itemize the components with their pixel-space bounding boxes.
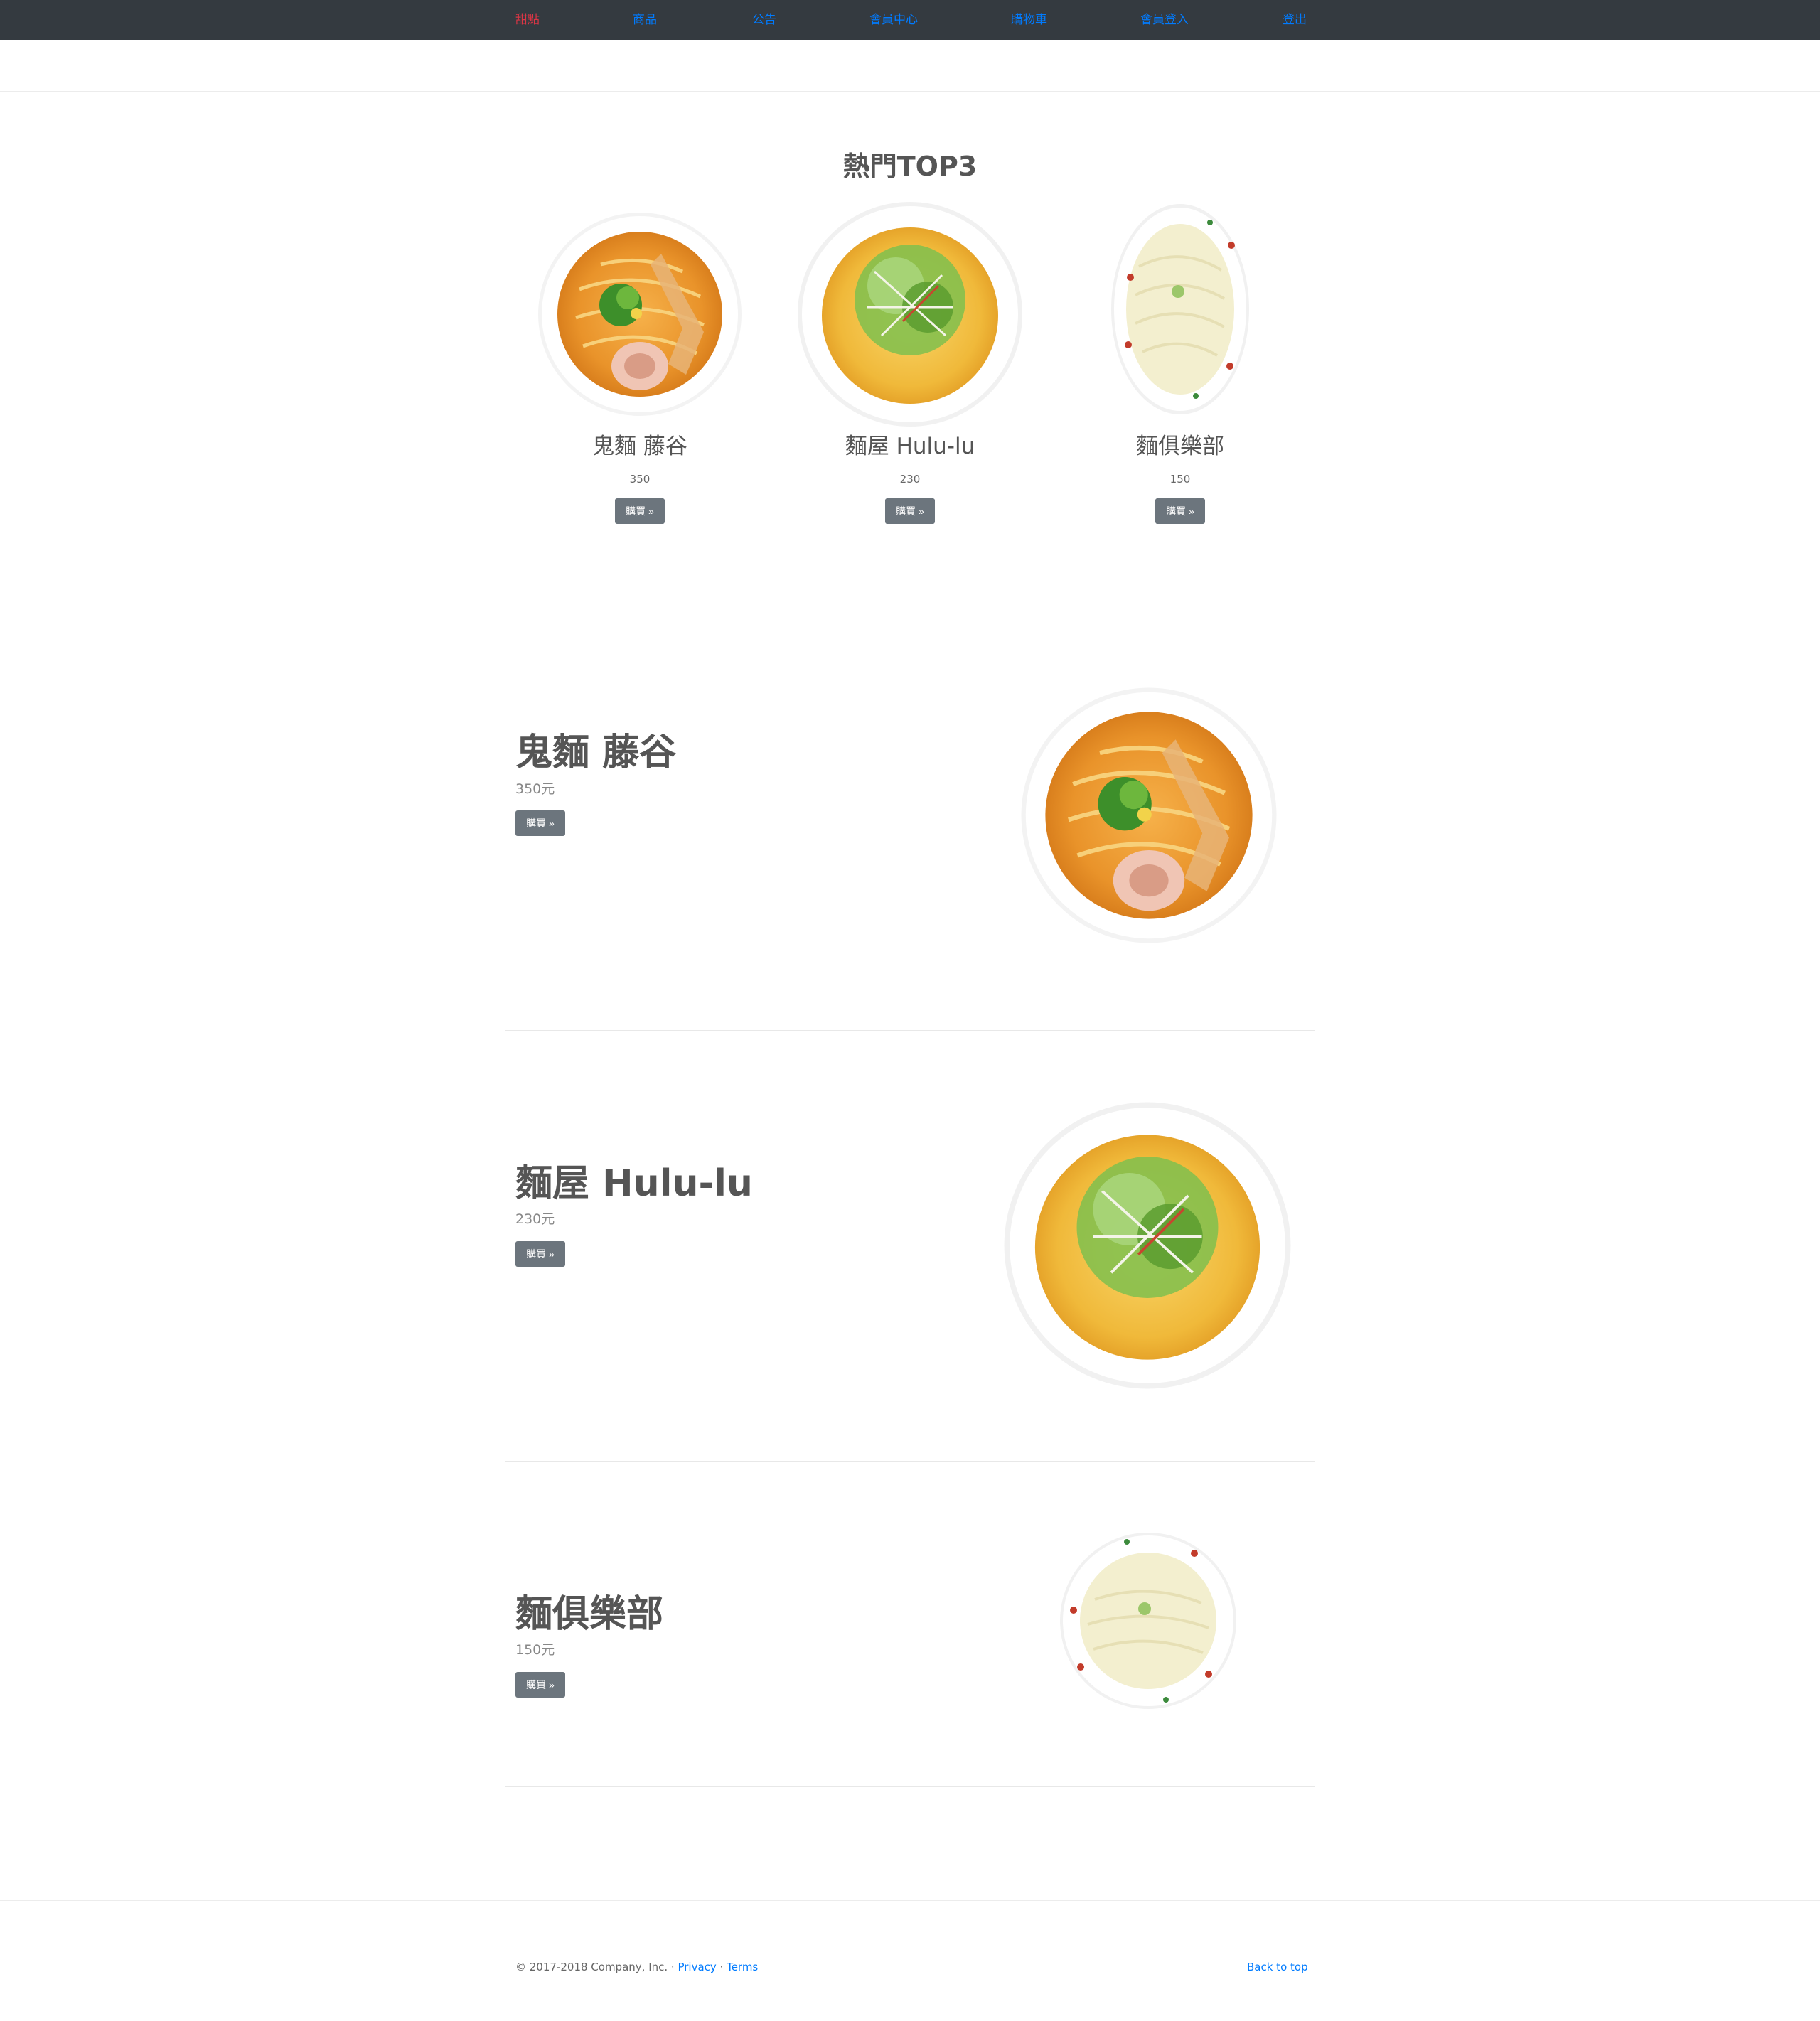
section-divider (505, 1461, 1315, 1462)
top-navbar: 甜點 商品 公告 會員中心 購物車 會員登入 登出 (0, 0, 1820, 40)
featurette-price: 150元 (515, 1642, 555, 1658)
back-to-top: Back to top (1247, 1960, 1308, 1974)
buy-button[interactable]: 購買 » (615, 498, 665, 524)
featurette-price: 350元 (515, 781, 555, 797)
nav-products[interactable]: 商品 (633, 12, 657, 28)
buy-button[interactable]: 購買 » (515, 1672, 565, 1698)
ramen-bowl-image (798, 202, 1022, 427)
buy-button[interactable]: 購買 » (515, 1241, 565, 1267)
top3-item-name: 麵俱樂部 (1136, 434, 1224, 459)
nav-cart[interactable]: 購物車 (1011, 12, 1047, 28)
nav-member-center[interactable]: 會員中心 (869, 12, 918, 28)
top3-title: 熱門TOP3 (842, 151, 978, 182)
buy-button[interactable]: 購買 » (885, 498, 935, 524)
featurette-price: 230元 (515, 1211, 555, 1227)
ramen-bowl-image (538, 213, 742, 416)
ramen-bowl-image (1060, 1533, 1236, 1709)
section-divider (505, 1030, 1315, 1031)
privacy-link[interactable]: Privacy (678, 1961, 716, 1973)
nav-member-login[interactable]: 會員登入 (1140, 12, 1189, 28)
featurette-title: 麵俱樂部 (515, 1593, 664, 1636)
nav-logout[interactable]: 登出 (1283, 12, 1307, 28)
featurette-title: 鬼麵 藤谷 (515, 731, 677, 774)
footer-copyright: © 2017-2018 Company, Inc. · Privacy · Te… (515, 1960, 758, 1974)
section-divider (505, 1786, 1315, 1787)
back-to-top-link[interactable]: Back to top (1247, 1961, 1308, 1973)
top3-item-price: 150 (1169, 473, 1191, 486)
nav-announcements[interactable]: 公告 (752, 12, 776, 28)
copyright-text: © 2017-2018 Company, Inc. · (515, 1961, 678, 1973)
top3-item-name: 麵屋 Hulu-lu (845, 434, 975, 459)
featurette-title: 麵屋 Hulu-lu (515, 1162, 753, 1205)
ramen-bowl-image (1111, 204, 1249, 414)
header-divider (0, 91, 1820, 92)
top3-item-price: 230 (899, 473, 921, 486)
footer-divider (0, 1900, 1820, 1901)
ramen-bowl-image (1004, 1102, 1291, 1389)
top3-item-name: 鬼麵 藤谷 (592, 434, 687, 459)
terms-link[interactable]: Terms (727, 1961, 758, 1973)
footer-dot: · (716, 1961, 727, 1973)
nav-dessert[interactable]: 甜點 (515, 12, 540, 28)
top3-item-price: 350 (629, 473, 651, 486)
buy-button[interactable]: 購買 » (1155, 498, 1205, 524)
buy-button[interactable]: 購買 » (515, 810, 565, 836)
ramen-bowl-image (1021, 687, 1277, 943)
